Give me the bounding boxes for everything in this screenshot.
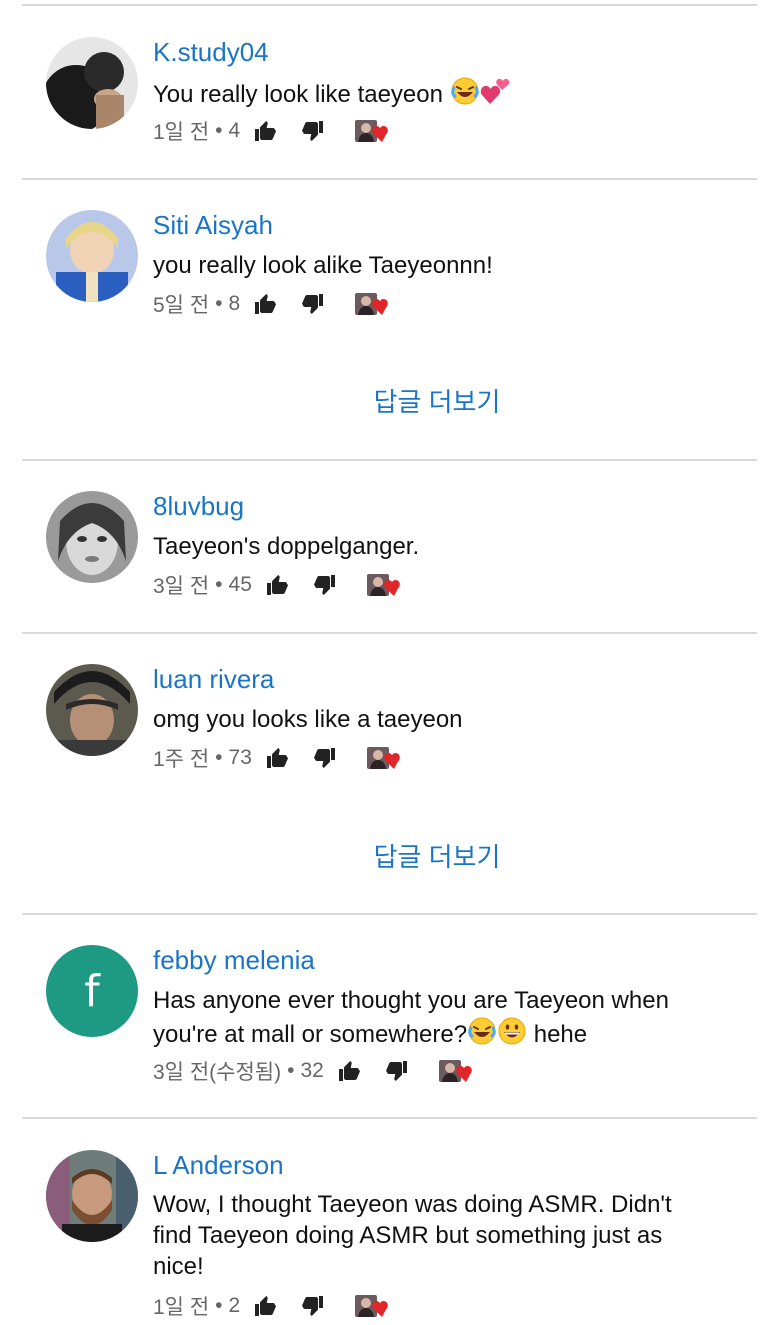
meta-separator: • [215,1294,223,1317]
avatar[interactable]: f [46,945,138,1037]
divider [22,632,757,634]
comment-time: 5일 전 [153,294,210,317]
comment-text-content: You really look like taeyeon [153,81,450,108]
meta-separator: • [287,1059,295,1082]
like-count: 32 [300,1059,324,1082]
like-count: 4 [228,119,241,142]
comment-text: Has anyone ever thought you are Taeyeon … [153,985,713,1050]
like-count: 8 [228,292,241,315]
comment-meta: 3일 전(수정됨) • 32 [153,1056,476,1086]
meta-separator: • [215,746,223,769]
divider [22,1117,757,1119]
thumb-up-icon[interactable] [264,745,290,771]
comment-meta: 1일 전 • 4 [153,116,392,146]
thumb-up-icon[interactable] [252,1293,278,1319]
meta-separator: • [215,292,223,315]
thumb-up-icon[interactable] [252,118,278,144]
meta-separator: • [215,573,223,596]
comment-text: Wow, I thought Taeyeon was doing ASMR. D… [153,1191,672,1280]
avatar[interactable] [46,37,138,129]
comment-time: 1일 전 [153,1296,210,1319]
comment-text: omg you looks like a taeyeon [153,706,463,733]
thumb-down-icon[interactable] [384,1058,410,1084]
divider [22,459,757,461]
thumb-down-icon[interactable] [300,1293,326,1319]
comment-meta: 1주 전 • 73 [153,743,404,773]
thumb-up-icon[interactable] [264,572,290,598]
thumb-down-icon[interactable] [312,572,338,598]
grinning-emoji [497,1016,527,1046]
avatar[interactable] [46,491,138,583]
comment-text-line: Has anyone ever thought you are Taeyeon … [153,987,669,1014]
creator-heart-icon [354,118,392,144]
divider [22,4,757,6]
divider [22,178,757,180]
comment-time: 3일 전(수정됨) [153,1061,282,1084]
comment-text-line: you're at mall or somewhere? [153,1021,468,1048]
comment-time: 1일 전 [153,121,210,144]
comment-text: you really look alike Taeyeonnn! [153,252,493,279]
comment-meta: 1일 전 • 2 [153,1291,392,1321]
comment-text: You really look like taeyeon [153,76,713,110]
avatar[interactable] [46,210,138,302]
more-replies-button[interactable]: 답글 더보기 [0,837,780,874]
creator-heart-icon [354,291,392,317]
meta-separator: • [215,119,223,142]
comment-author[interactable]: L Anderson [153,1150,284,1181]
avatar[interactable] [46,664,138,756]
comment-author[interactable]: febby melenia [153,945,315,976]
comment-author[interactable]: luan rivera [153,664,274,695]
avatar[interactable] [46,1150,138,1242]
laughing-emoji [467,1016,497,1046]
thumb-down-icon[interactable] [312,745,338,771]
comment-meta: 3일 전 • 45 [153,570,404,600]
comment-text: Taeyeon's doppelganger. [153,533,420,560]
like-count: 73 [228,746,252,769]
thumb-up-icon[interactable] [336,1058,362,1084]
comment-text-tail: hehe [527,1021,588,1048]
comment-time: 3일 전 [153,575,210,598]
laughing-emoji [450,76,480,106]
comment-meta: 5일 전 • 8 [153,289,392,319]
creator-heart-icon [366,572,404,598]
two-hearts-emoji [480,76,510,106]
comment-author[interactable]: Siti Aisyah [153,210,273,241]
comment-time: 1주 전 [153,748,210,771]
like-count: 2 [228,1294,241,1317]
like-count: 45 [228,573,252,596]
more-replies-button[interactable]: 답글 더보기 [0,382,780,419]
comment-author[interactable]: K.study04 [153,37,269,68]
thumb-down-icon[interactable] [300,291,326,317]
thumb-up-icon[interactable] [252,291,278,317]
avatar-letter: f [84,965,100,1017]
creator-heart-icon [366,745,404,771]
comment-author[interactable]: 8luvbug [153,491,244,522]
creator-heart-icon [438,1058,476,1084]
creator-heart-icon [354,1293,392,1319]
divider [22,913,757,915]
thumb-down-icon[interactable] [300,118,326,144]
